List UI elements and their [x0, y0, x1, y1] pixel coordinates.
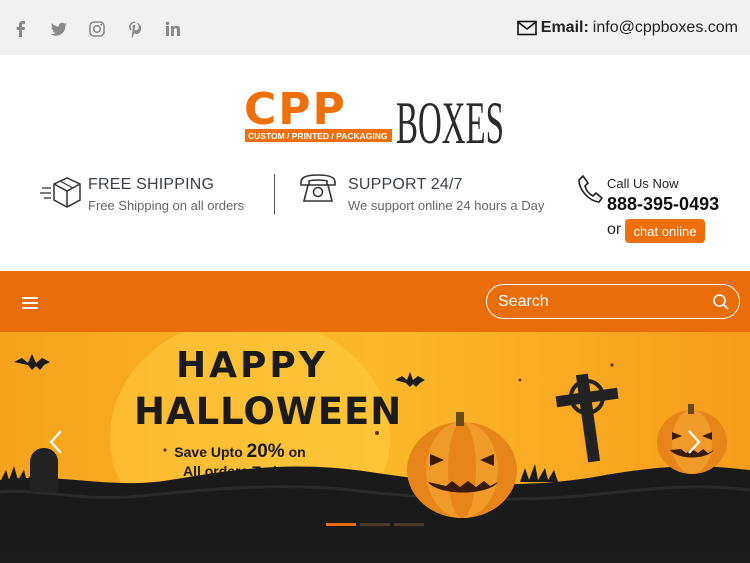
or-label: or [607, 221, 622, 238]
pinterest-icon[interactable] [125, 19, 145, 39]
logo-tagline: CUSTOM / PRINTED / PACKAGING [248, 131, 388, 141]
bat-icon [395, 372, 425, 387]
feature-free-shipping: FREE SHIPPING Free Shipping on all order… [88, 176, 244, 213]
offer-suffix: on [288, 444, 306, 460]
carousel-dot[interactable] [360, 523, 390, 526]
logo-word: BOXES [396, 90, 504, 148]
phone-number[interactable]: 888-395-0493 [607, 194, 719, 215]
carousel-indicators [326, 523, 424, 526]
feature-support: SUPPORT 24/7 We support online 24 hours … [348, 176, 544, 213]
carousel-prev-icon[interactable] [46, 429, 68, 455]
banner-heading-happy: HAPPY [176, 345, 328, 386]
bottom-strip [0, 550, 750, 563]
site-logo[interactable]: CPP CUSTOM / PRINTED / PACKAGING BOXES [244, 83, 506, 156]
chat-online-button[interactable]: chat online [625, 219, 705, 243]
phone-handset-icon [577, 174, 603, 204]
twitter-icon[interactable] [49, 19, 69, 39]
search-icon[interactable] [712, 293, 730, 311]
feature-divider [274, 174, 275, 214]
halloween-scene [0, 332, 750, 550]
carousel-dot[interactable] [326, 523, 356, 526]
top-bar: Email: info@cppboxes.com [0, 0, 750, 55]
carousel-dot[interactable] [394, 523, 424, 526]
linkedin-icon[interactable] [163, 19, 183, 39]
menu-icon[interactable] [22, 297, 38, 310]
carousel-next-icon[interactable] [682, 429, 704, 455]
offer-prefix: Save Upto [174, 444, 243, 460]
email-contact[interactable]: Email: info@cppboxes.com [516, 17, 738, 39]
envelope-icon [516, 20, 537, 36]
instagram-icon[interactable] [87, 19, 107, 39]
feature-title: SUPPORT 24/7 [348, 176, 463, 193]
banner-heading-halloween: HALLOWEEN [134, 390, 403, 433]
call-us-label: Call Us Now [607, 176, 679, 191]
feature-subtitle: We support online 24 hours a Day [348, 198, 545, 213]
offer-percent: 20% [246, 441, 285, 462]
feature-subtitle: Free Shipping on all orders [88, 198, 245, 213]
box-shipping-icon [40, 174, 88, 212]
hero-banner[interactable]: HAPPY HALLOWEEN Save Upto 20% on All ord… [0, 332, 750, 550]
search-input[interactable] [486, 284, 740, 319]
telephone-icon [298, 172, 338, 204]
logo-mark: CPP [244, 84, 347, 135]
email-label: Email: [540, 19, 589, 36]
email-address[interactable]: info@cppboxes.com [593, 19, 738, 37]
facebook-icon[interactable] [11, 19, 31, 39]
bat-icon [14, 354, 50, 370]
banner-offer: Save Upto 20% on All orders Today! [150, 442, 330, 481]
feature-title: FREE SHIPPING [88, 176, 215, 193]
offer-line2: All orders Today! [182, 463, 298, 479]
